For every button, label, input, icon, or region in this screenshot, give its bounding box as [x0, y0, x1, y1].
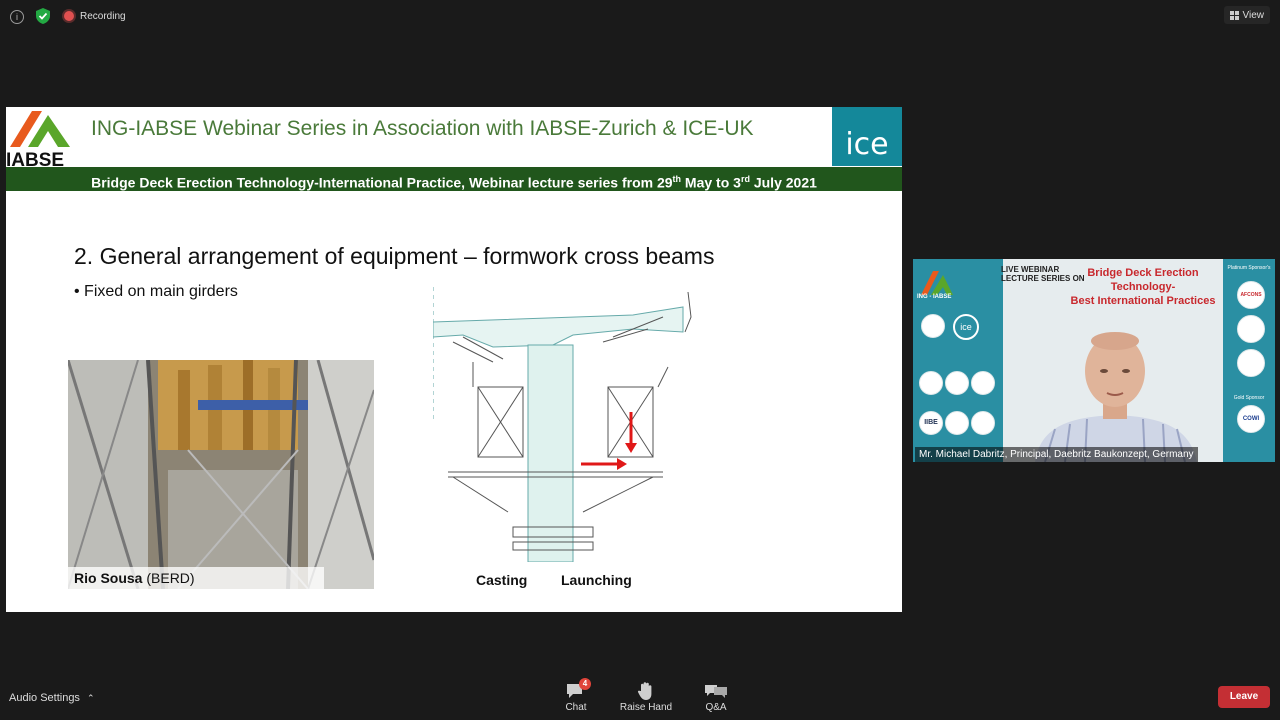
- top-bar: i Recording View: [0, 0, 1280, 32]
- banner-text: May to 3: [681, 174, 741, 191]
- label-launching: Launching: [561, 572, 632, 588]
- photo-caption: Rio Sousa (BERD): [68, 567, 324, 589]
- platinum-label: Platinum Sponsor's: [1227, 265, 1271, 271]
- banner-sup: rd: [740, 174, 750, 184]
- bottom-toolbar: Audio Settings ⌃ 4 Chat Raise Hand Q&A L…: [0, 676, 1280, 720]
- live-line: LIVE WEBINAR: [1001, 265, 1060, 274]
- slide-banner: Bridge Deck Erection Technology-Internat…: [6, 167, 902, 191]
- sponsor-logo: [921, 314, 945, 338]
- ibe-sponsor-logo: IIBE: [919, 411, 943, 435]
- qa-icon: [705, 685, 727, 698]
- red-arrows: [581, 412, 637, 470]
- audio-settings-button[interactable]: Audio Settings ⌃: [9, 692, 95, 704]
- sponsor-logo: [945, 371, 969, 395]
- banner-text: Bridge Deck Erection Technology-Internat…: [91, 174, 673, 191]
- recording-indicator[interactable]: Recording: [64, 9, 126, 23]
- photo-caption-rest: (BERD): [142, 570, 195, 586]
- label-casting: Casting: [476, 572, 528, 588]
- banner-text: July 2021: [749, 174, 817, 191]
- leave-button[interactable]: Leave: [1218, 686, 1270, 708]
- hand-icon: [637, 682, 652, 700]
- qa-button[interactable]: Q&A: [686, 680, 746, 713]
- formwork-diagram: [433, 287, 692, 562]
- photo-caption-bold: Rio Sousa: [74, 570, 143, 586]
- audio-settings-label: Audio Settings: [9, 692, 80, 704]
- sponsor-logo: [971, 371, 995, 395]
- view-button[interactable]: View: [1223, 6, 1270, 24]
- sponsor-logo: [971, 411, 995, 435]
- sponsor-logo: [1237, 315, 1265, 343]
- speaker-backdrop-left-panel: ING - IABSE ice IIBE: [913, 259, 1003, 462]
- gold-label: Gold Sponsor: [1233, 395, 1265, 401]
- slide-title: ING-IABSE Webinar Series in Association …: [91, 117, 754, 140]
- afcons-sponsor-logo: AFCONS: [1237, 281, 1265, 309]
- slide-heading: 2. General arrangement of equipment – fo…: [74, 243, 715, 269]
- raise-hand-label: Raise Hand: [619, 702, 673, 713]
- speaker-name: Mr. Michael Dabritz, Principal, Daebritz…: [915, 447, 1198, 462]
- view-grid-icon: [1229, 10, 1239, 20]
- cowi-sponsor-logo: COWI: [1237, 405, 1265, 433]
- sponsor-logo: [1237, 349, 1265, 377]
- shared-screen-slide: IABSE ING-IABSE Webinar Series in Associ…: [6, 107, 902, 612]
- ice-sponsor-logo: ice: [953, 314, 979, 340]
- title-line: Bridge Deck Erection Technology-: [1087, 267, 1199, 293]
- chevron-up-icon: ⌃: [87, 693, 95, 703]
- recording-label: Recording: [80, 10, 126, 22]
- backdrop-title: Bridge Deck Erection Technology- Best Int…: [1063, 266, 1223, 308]
- ice-logo: ice: [832, 107, 902, 166]
- record-icon: [64, 11, 74, 21]
- title-line: Best International Practices: [1070, 295, 1216, 307]
- site-photo-image: [68, 360, 374, 589]
- ice-logo-text: ice: [845, 127, 889, 162]
- chat-button[interactable]: 4 Chat: [546, 678, 606, 713]
- site-photo: Rio Sousa (BERD): [68, 360, 374, 589]
- info-icon[interactable]: i: [10, 10, 24, 24]
- shield-check-icon[interactable]: [36, 8, 50, 24]
- qa-label: Q&A: [705, 702, 727, 713]
- speaker-backdrop-right-panel: Platinum Sponsor's AFCONS Gold Sponsor C…: [1223, 259, 1275, 462]
- raise-hand-button[interactable]: Raise Hand: [616, 680, 676, 713]
- view-label: View: [1242, 9, 1265, 21]
- speaker-image: [1005, 319, 1225, 462]
- slide-bullet: • Fixed on main girders: [74, 283, 238, 300]
- sponsor-logo: [945, 411, 969, 435]
- chat-label: Chat: [565, 702, 587, 713]
- speaker-video-tile[interactable]: ING - IABSE ice IIBE LIVE WEBINAR LECTURE…: [913, 259, 1275, 462]
- backdrop-logo-text: ING - IABSE: [917, 294, 952, 300]
- banner-sup: th: [672, 174, 682, 184]
- sponsor-logo: [919, 371, 943, 395]
- chat-unread-badge: 4: [579, 678, 591, 690]
